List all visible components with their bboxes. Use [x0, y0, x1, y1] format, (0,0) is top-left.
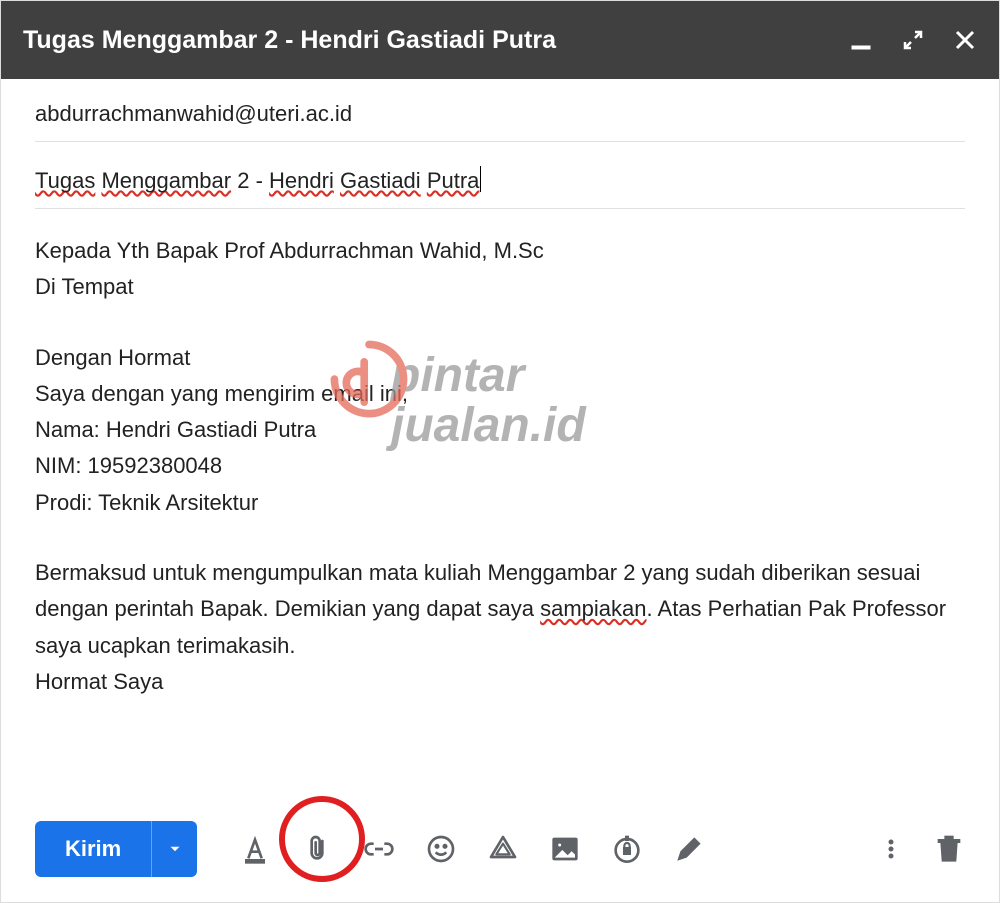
subject-word: Tugas [35, 168, 95, 193]
format-toolbar [239, 833, 705, 865]
send-button-group: Kirim [35, 821, 197, 877]
emoji-icon[interactable] [425, 833, 457, 865]
drive-icon[interactable] [487, 833, 519, 865]
more-icon[interactable] [879, 837, 903, 861]
subject-word: Putra [427, 168, 480, 193]
subject-word: Menggambar [101, 168, 231, 193]
link-icon[interactable] [363, 833, 395, 865]
body-line: NIM: 19592380048 [35, 448, 965, 484]
subject-word: Hendri [269, 168, 334, 193]
pen-icon[interactable] [673, 833, 705, 865]
trash-icon[interactable] [933, 833, 965, 865]
send-options-button[interactable] [151, 821, 197, 877]
compose-toolbar: Kirim [1, 806, 999, 902]
subject-word: 2 [237, 168, 249, 193]
image-icon[interactable] [549, 833, 581, 865]
body-line: Hormat Saya [35, 664, 965, 700]
compose-title: Tugas Menggambar 2 - Hendri Gastiadi Put… [23, 26, 849, 55]
body-line: Nama: Hendri Gastiadi Putra [35, 412, 965, 448]
compose-window: Tugas Menggambar 2 - Hendri Gastiadi Put… [0, 0, 1000, 903]
compose-content: abdurrachmanwahid@uteri.ac.id Tugas Meng… [1, 79, 999, 806]
compose-titlebar: Tugas Menggambar 2 - Hendri Gastiadi Put… [1, 1, 999, 79]
toolbar-right [879, 833, 965, 865]
fullscreen-icon[interactable] [901, 28, 925, 52]
text-caret [480, 166, 481, 192]
titlebar-actions [849, 28, 977, 52]
close-icon[interactable] [953, 28, 977, 52]
recipient-chip[interactable]: abdurrachmanwahid@uteri.ac.id [35, 101, 352, 126]
minimize-icon[interactable] [849, 28, 873, 52]
misspelled-word: sampiakan [540, 596, 646, 621]
subject-word: Gastiadi [340, 168, 421, 193]
subject-field[interactable]: Tugas Menggambar 2 - Hendri Gastiadi Put… [35, 142, 965, 209]
body-line: Dengan Hormat [35, 340, 965, 376]
body-line: Prodi: Teknik Arsitektur [35, 485, 965, 521]
body-line: Di Tempat [35, 269, 965, 305]
recipients-field[interactable]: abdurrachmanwahid@uteri.ac.id [35, 79, 965, 142]
attach-icon[interactable] [301, 833, 333, 865]
body-paragraph: Bermaksud untuk mengumpulkan mata kuliah… [35, 555, 965, 664]
formatting-icon[interactable] [239, 833, 271, 865]
caret-down-icon [166, 840, 184, 858]
body-line: Saya dengan yang mengirim email ini, [35, 376, 965, 412]
send-button[interactable]: Kirim [35, 821, 151, 877]
confidential-icon[interactable] [611, 833, 643, 865]
body-line: Kepada Yth Bapak Prof Abdurrachman Wahid… [35, 233, 965, 269]
message-body[interactable]: Kepada Yth Bapak Prof Abdurrachman Wahid… [35, 209, 965, 806]
